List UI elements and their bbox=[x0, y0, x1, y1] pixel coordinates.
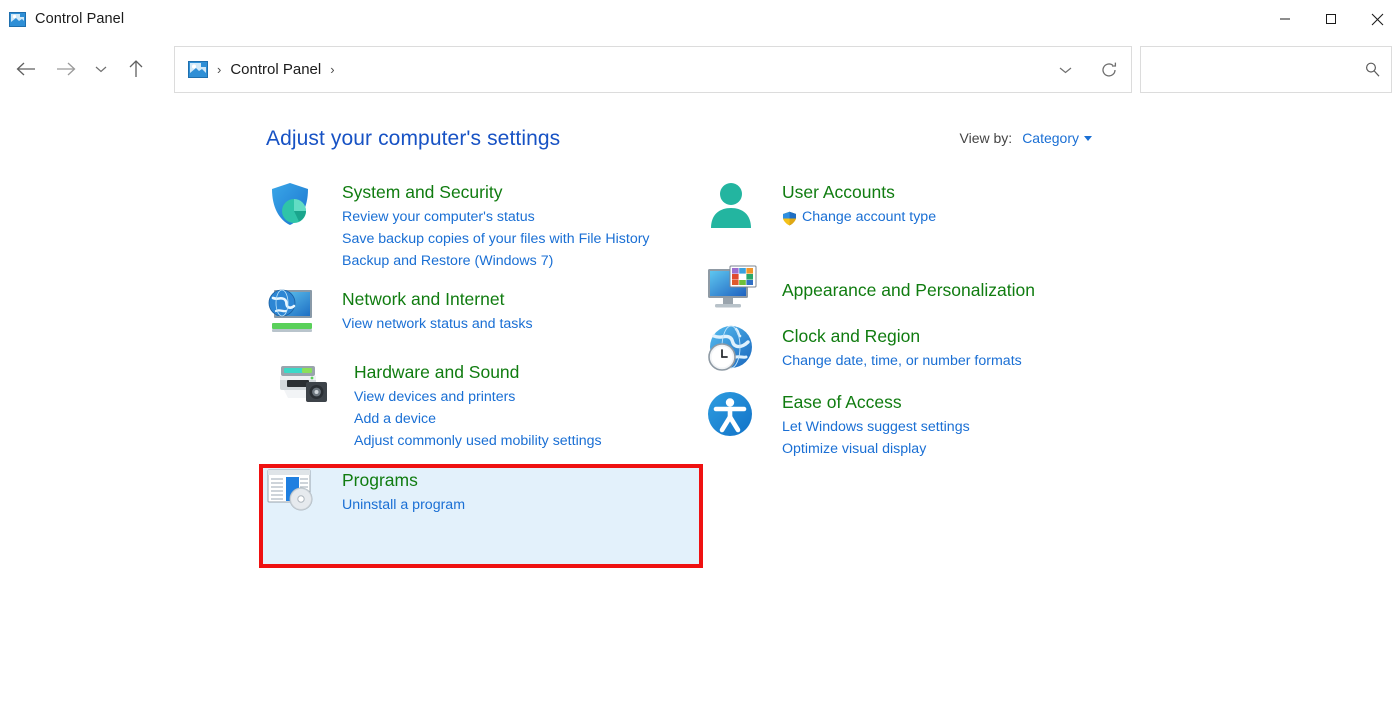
category-link[interactable]: Let Windows suggest settings bbox=[782, 416, 970, 438]
uac-shield-icon bbox=[782, 211, 797, 226]
search-input[interactable] bbox=[1141, 47, 1353, 92]
category-body: User Accounts Change account type bbox=[762, 180, 936, 258]
breadcrumb-item-control-panel[interactable]: Control Panel bbox=[230, 61, 321, 78]
category-link-change-account-type[interactable]: Change account type bbox=[782, 206, 936, 228]
category-hardware-and-sound[interactable]: Hardware and Sound View devices and prin… bbox=[266, 351, 706, 458]
view-by-value[interactable]: Category bbox=[1022, 130, 1079, 146]
category-system-and-security[interactable]: System and Security Review your computer… bbox=[266, 180, 706, 287]
category-programs[interactable]: Programs Uninstall a program bbox=[266, 458, 706, 522]
category-ease-of-access[interactable]: Ease of Access Let Windows suggest setti… bbox=[706, 390, 1146, 470]
category-body: System and Security Review your computer… bbox=[322, 180, 650, 287]
breadcrumb-control-panel-icon[interactable] bbox=[188, 61, 208, 78]
category-link[interactable]: View network status and tasks bbox=[342, 313, 533, 335]
category-link[interactable]: Uninstall a program bbox=[342, 494, 465, 516]
address-chevron-down-icon[interactable] bbox=[1043, 47, 1087, 92]
back-arrow-icon[interactable] bbox=[6, 49, 46, 89]
breadcrumb-trailing-separator[interactable]: › bbox=[330, 62, 334, 77]
category-body: Programs Uninstall a program bbox=[322, 468, 465, 522]
control-panel-icon bbox=[9, 11, 26, 27]
category-title[interactable]: Programs bbox=[342, 469, 465, 491]
category-title[interactable]: Ease of Access bbox=[782, 391, 970, 413]
category-body: Ease of Access Let Windows suggest setti… bbox=[762, 390, 970, 470]
close-button[interactable] bbox=[1354, 0, 1400, 38]
search-icon[interactable] bbox=[1353, 61, 1391, 78]
window-controls bbox=[1262, 0, 1400, 38]
page-title: Adjust your computer's settings bbox=[266, 127, 561, 150]
chevron-down-icon[interactable] bbox=[1084, 136, 1092, 141]
category-body: Hardware and Sound View devices and prin… bbox=[334, 360, 602, 458]
category-body: Clock and Region Change date, time, or n… bbox=[762, 324, 1022, 390]
left-category-column: System and Security Review your computer… bbox=[266, 180, 706, 522]
maximize-button[interactable] bbox=[1308, 0, 1354, 38]
category-link[interactable]: Backup and Restore (Windows 7) bbox=[342, 250, 650, 272]
category-link-label[interactable]: Change account type bbox=[802, 206, 936, 228]
forward-arrow-icon[interactable] bbox=[46, 49, 86, 89]
category-link[interactable]: View devices and printers bbox=[354, 386, 602, 408]
right-category-column: User Accounts Change account type Appear… bbox=[706, 180, 1146, 470]
clock-globe-icon[interactable] bbox=[706, 324, 762, 390]
minimize-button[interactable] bbox=[1262, 0, 1308, 38]
view-by-control: View by: Category bbox=[960, 130, 1092, 146]
address-bar[interactable]: › Control Panel › bbox=[174, 46, 1132, 93]
user-person-icon[interactable] bbox=[706, 180, 762, 258]
category-title[interactable]: Appearance and Personalization bbox=[782, 279, 1035, 301]
category-link[interactable]: Adjust commonly used mobility settings bbox=[354, 430, 602, 452]
network-globe-monitor-icon[interactable] bbox=[266, 287, 322, 351]
category-title[interactable]: Network and Internet bbox=[342, 288, 533, 310]
category-link[interactable]: Review your computer's status bbox=[342, 206, 650, 228]
ease-of-access-icon[interactable] bbox=[706, 390, 762, 470]
content-area: Adjust your computer's settings View by:… bbox=[0, 96, 1400, 728]
category-link[interactable]: Save backup copies of your files with Fi… bbox=[342, 228, 650, 250]
recent-locations-chevron-down-icon[interactable] bbox=[86, 49, 116, 89]
control-panel-window: Control Panel › Control Panel › Adjust y… bbox=[0, 0, 1400, 728]
programs-disc-icon[interactable] bbox=[266, 468, 322, 522]
category-body: Network and Internet View network status… bbox=[322, 287, 533, 351]
up-arrow-icon[interactable] bbox=[116, 49, 156, 89]
monitor-colors-icon[interactable] bbox=[706, 265, 762, 318]
category-clock-and-region[interactable]: Clock and Region Change date, time, or n… bbox=[706, 324, 1146, 390]
category-title[interactable]: Hardware and Sound bbox=[354, 361, 602, 383]
category-title[interactable]: User Accounts bbox=[782, 181, 936, 203]
title-bar-left: Control Panel bbox=[0, 11, 124, 27]
breadcrumb-separator: › bbox=[217, 62, 222, 77]
category-link[interactable]: Add a device bbox=[354, 408, 602, 430]
category-appearance-and-personalization[interactable]: Appearance and Personalization bbox=[706, 258, 1146, 324]
view-by-dropdown[interactable]: Category bbox=[1022, 130, 1092, 146]
category-link[interactable]: Change date, time, or number formats bbox=[782, 350, 1022, 372]
refresh-icon[interactable] bbox=[1087, 47, 1131, 92]
category-network-and-internet[interactable]: Network and Internet View network status… bbox=[266, 287, 706, 351]
view-by-label: View by: bbox=[959, 130, 1013, 146]
navigation-toolbar: › Control Panel › bbox=[0, 42, 1400, 96]
category-title[interactable]: Clock and Region bbox=[782, 325, 1022, 347]
printer-device-icon[interactable] bbox=[278, 360, 334, 458]
category-title[interactable]: System and Security bbox=[342, 181, 650, 203]
category-user-accounts[interactable]: User Accounts Change account type bbox=[706, 180, 1146, 258]
shield-security-icon[interactable] bbox=[266, 180, 322, 287]
category-body: Appearance and Personalization bbox=[762, 278, 1035, 304]
address-bar-actions bbox=[1043, 47, 1131, 92]
category-link[interactable]: Optimize visual display bbox=[782, 438, 970, 460]
search-box[interactable] bbox=[1140, 46, 1392, 93]
title-bar: Control Panel bbox=[0, 0, 1400, 38]
window-title: Control Panel bbox=[35, 11, 125, 27]
